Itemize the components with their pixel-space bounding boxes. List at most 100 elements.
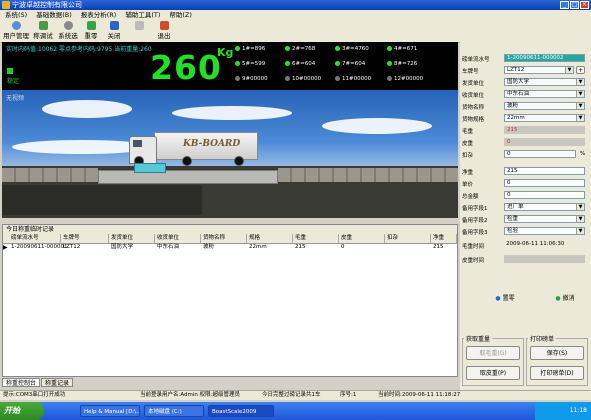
- col-spec[interactable]: 规格: [247, 234, 293, 243]
- serial-field[interactable]: 1-20090611-000002: [504, 54, 585, 62]
- save-record-button[interactable]: 保存(S): [530, 346, 584, 360]
- shutdown-button[interactable]: 关闭: [105, 21, 123, 41]
- chevron-down-icon[interactable]: ▼: [565, 67, 573, 73]
- close-window-button[interactable]: ×: [580, 1, 589, 9]
- col-sender[interactable]: 发货单位: [109, 234, 155, 243]
- price-label: 单价: [462, 182, 474, 188]
- tare-label: 皮重: [462, 141, 474, 147]
- cloud: [322, 118, 432, 134]
- amount-field[interactable]: 0: [504, 191, 585, 199]
- cell-net: 215: [433, 244, 444, 250]
- status-count: 今日完整过磅记录共1车: [262, 392, 321, 398]
- io-led-icon: [335, 46, 340, 51]
- bottom-tabs: 称重控制台 称重记录: [2, 378, 74, 387]
- spec-select[interactable]: 22mm ▼: [504, 114, 585, 122]
- taskbar-item-app[interactable]: BoastScale2009: [208, 405, 274, 417]
- col-receiver[interactable]: 收货单位: [155, 234, 201, 243]
- cancel-button[interactable]: ● 撤消: [550, 292, 580, 306]
- fetch-tare-button[interactable]: 取皮重(P): [466, 366, 520, 380]
- stable-indicator-icon: [7, 68, 13, 74]
- cell-serial: 1-20090611-000001: [11, 244, 68, 250]
- menu-tools[interactable]: 辅助工具(T): [125, 10, 160, 20]
- minimize-button[interactable]: _: [560, 1, 569, 9]
- col-deduct[interactable]: 扣杂: [385, 234, 431, 243]
- col-goods[interactable]: 货物名称: [201, 234, 247, 243]
- taskbar-item-help[interactable]: Help & Manual [D:\...: [80, 405, 140, 417]
- tab-records[interactable]: 称重记录: [41, 378, 74, 387]
- sender-select[interactable]: 国防大学 ▼: [504, 78, 585, 86]
- menu-reports[interactable]: 报表分析(R): [81, 10, 117, 20]
- disabled-tool-button[interactable]: [130, 21, 148, 41]
- amount-label: 总金额: [462, 194, 479, 200]
- weight-unit: Kg: [217, 46, 234, 59]
- io-cell: 3#=4760: [335, 46, 369, 52]
- net-field[interactable]: 215: [504, 167, 585, 175]
- col-serial[interactable]: 磅单流水号: [9, 234, 61, 243]
- maximize-button[interactable]: □: [570, 1, 579, 9]
- memo1-select[interactable]: 进厂单 ▼: [504, 203, 585, 211]
- receiver-select[interactable]: 中东石油 ▼: [504, 90, 585, 98]
- receiver-label: 收货单位: [462, 93, 485, 99]
- io-cell: 12#00000: [387, 76, 423, 82]
- zero-button[interactable]: 重零: [82, 21, 100, 41]
- user-management-button[interactable]: 用户管理: [3, 21, 29, 41]
- io-led-icon: [235, 61, 240, 66]
- io-cell: 9#00000: [235, 76, 268, 82]
- status-index: 序号:1: [340, 392, 357, 398]
- io-cell: 2#=768: [285, 46, 315, 52]
- fetch-gross-button[interactable]: 取毛重(G): [466, 346, 520, 360]
- print-group-label: 打印磅单: [528, 334, 557, 343]
- disabled-tool-icon: [134, 21, 144, 30]
- menu-system[interactable]: 系统(S): [5, 10, 27, 20]
- add-plate-button[interactable]: +: [576, 66, 585, 74]
- io-cell: 6#=604: [285, 61, 315, 67]
- col-tare[interactable]: 皮重: [339, 234, 385, 243]
- start-button[interactable]: 开始: [0, 402, 44, 420]
- records-title: 今日称重临时记录: [3, 225, 457, 234]
- io-cell: 4#=671: [387, 46, 417, 52]
- col-plate[interactable]: 车牌号: [61, 234, 109, 243]
- tare-time-value: [504, 255, 585, 263]
- io-cell: 10#00000: [285, 76, 321, 82]
- scale-debug-button[interactable]: 称调试: [32, 21, 54, 41]
- zero-set-button[interactable]: ● 置零: [490, 292, 520, 306]
- chevron-down-icon[interactable]: ▼: [576, 204, 584, 210]
- deduct-field[interactable]: 0: [504, 150, 576, 158]
- stone-wall-left: [2, 168, 98, 182]
- menu-help[interactable]: 帮助(Z): [169, 10, 192, 20]
- chevron-down-icon[interactable]: ▼: [576, 228, 584, 234]
- goods-select[interactable]: 玻粉 ▼: [504, 102, 585, 110]
- chevron-down-icon[interactable]: ▼: [576, 115, 584, 121]
- tab-console[interactable]: 称重控制台: [2, 378, 41, 387]
- chevron-down-icon[interactable]: ▼: [576, 216, 584, 222]
- exit-button[interactable]: 退出: [155, 21, 173, 41]
- status-message: 提示:COM3串口打开成功: [3, 392, 66, 398]
- chevron-down-icon[interactable]: ▼: [576, 91, 584, 97]
- wheel: [234, 156, 244, 166]
- print-ticket-button[interactable]: 打印磅单(D): [530, 366, 584, 380]
- zero-label: 重零: [84, 32, 98, 40]
- price-field[interactable]: 0: [504, 179, 585, 187]
- col-net[interactable]: 净重: [431, 234, 457, 243]
- col-gross[interactable]: 毛重: [293, 234, 339, 243]
- weight-display: 实时内码值:10062 零点参考内码:9795 当前重量:260 260 Kg …: [2, 42, 458, 90]
- chevron-down-icon[interactable]: ▼: [576, 103, 584, 109]
- menu-base-data[interactable]: 基础数据(B): [36, 10, 72, 20]
- zero-icon: [86, 21, 96, 30]
- chevron-down-icon[interactable]: ▼: [576, 79, 584, 85]
- weight-value: 260: [150, 48, 222, 87]
- memo2-select[interactable]: 检重 ▼: [504, 215, 585, 223]
- wheel: [182, 156, 192, 166]
- camera-label: 无视频: [6, 95, 25, 102]
- scale-platform: [98, 170, 278, 184]
- cloud: [172, 106, 292, 120]
- table-row[interactable]: 1-20090611-000001 LZT12 国防大学 中东石油 玻粉 22m…: [3, 243, 457, 252]
- taskbar-item-disk[interactable]: 本地磁盘 (C:): [144, 405, 204, 417]
- plate-select[interactable]: LZT12 ▼: [504, 66, 574, 74]
- scale-icon: [38, 21, 48, 30]
- cancel-icon: ●: [555, 295, 561, 302]
- fetch-weight-group-label: 获取重量: [464, 334, 493, 343]
- system-options-button[interactable]: 系统选项: [56, 21, 80, 50]
- io-cell: 7#=604: [335, 61, 365, 67]
- memo3-select[interactable]: 检验 ▼: [504, 227, 585, 235]
